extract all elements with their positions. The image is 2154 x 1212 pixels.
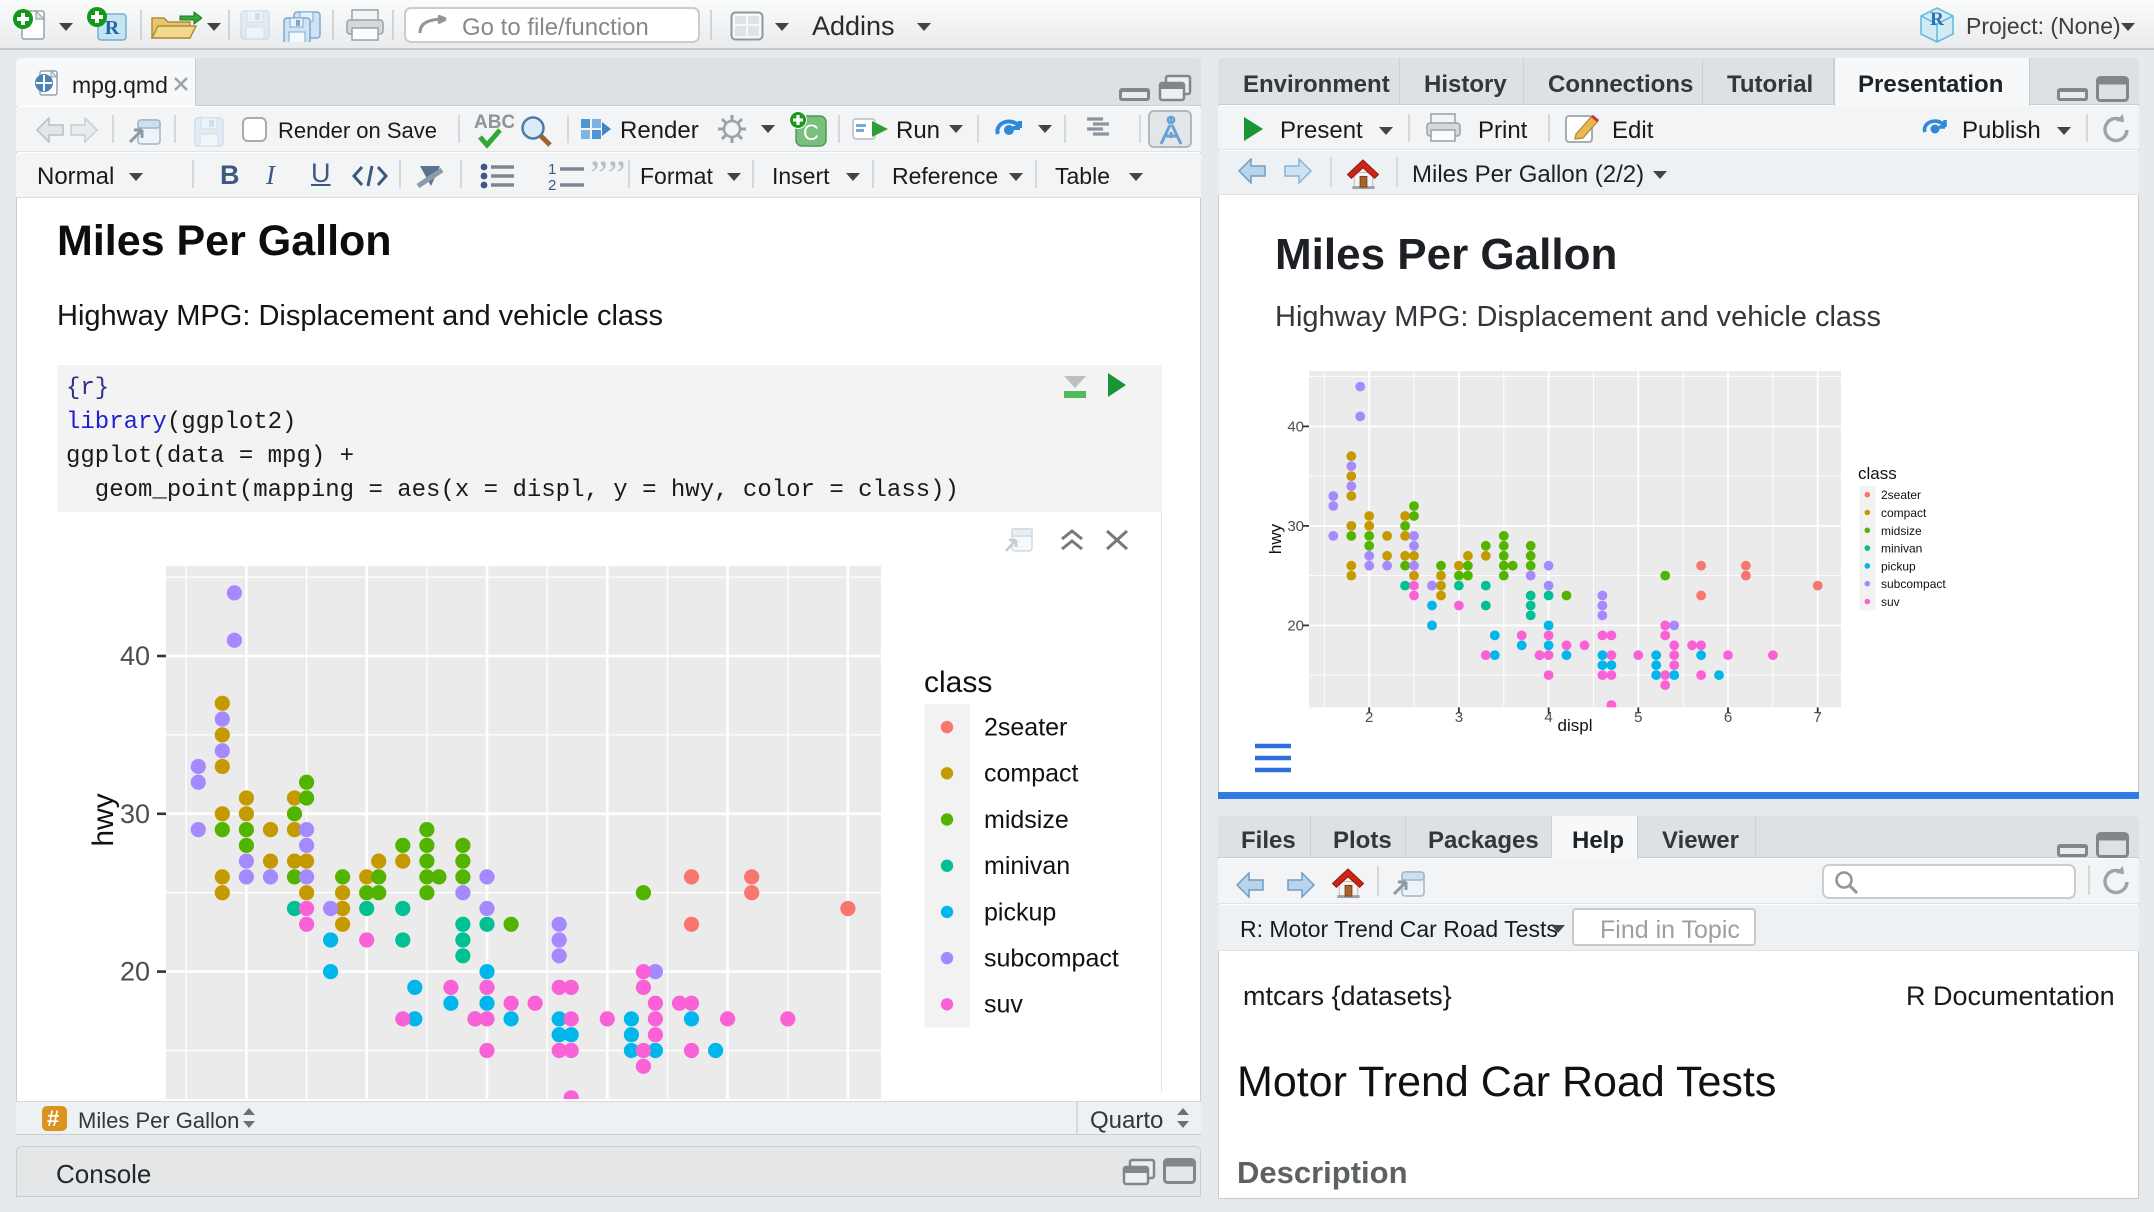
svg-text:5: 5	[1634, 709, 1642, 726]
svg-text:7: 7	[1814, 709, 1822, 726]
svg-text:minivan: minivan	[1881, 542, 1922, 556]
svg-text:midsize: midsize	[1881, 524, 1922, 538]
svg-text:20: 20	[1287, 617, 1304, 634]
svg-text:compact: compact	[1881, 506, 1927, 520]
svg-text:hwy: hwy	[1266, 523, 1285, 554]
svg-text:pickup: pickup	[1881, 559, 1916, 573]
svg-text:40: 40	[1287, 418, 1304, 435]
svg-text:class: class	[1858, 464, 1897, 483]
svg-text:displ: displ	[1558, 716, 1593, 735]
svg-text:30: 30	[1287, 518, 1304, 535]
svg-text:2seater: 2seater	[1881, 488, 1921, 502]
svg-text:2: 2	[1365, 709, 1373, 726]
svg-text:6: 6	[1724, 709, 1732, 726]
svg-text:3: 3	[1455, 709, 1463, 726]
svg-text:suv: suv	[1881, 595, 1900, 609]
svg-text:4: 4	[1544, 709, 1552, 726]
svg-text:subcompact: subcompact	[1881, 577, 1946, 591]
